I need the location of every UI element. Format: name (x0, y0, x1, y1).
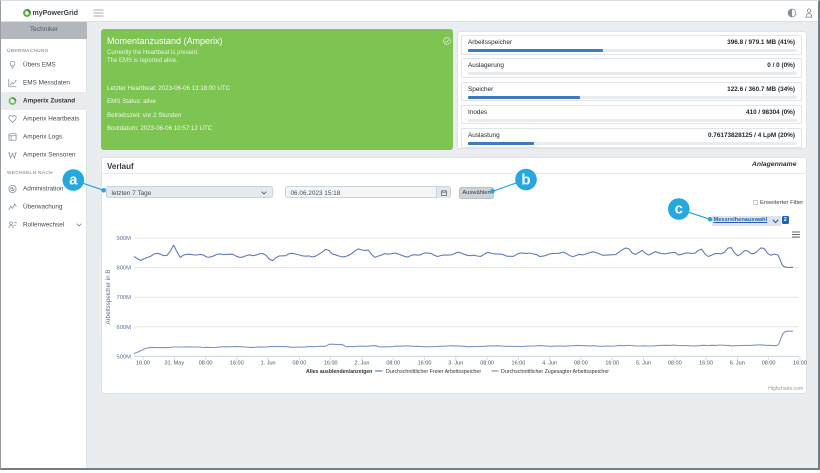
svg-text:c: c (675, 200, 683, 217)
svg-text:b: b (521, 172, 530, 189)
svg-text:a: a (69, 171, 78, 188)
